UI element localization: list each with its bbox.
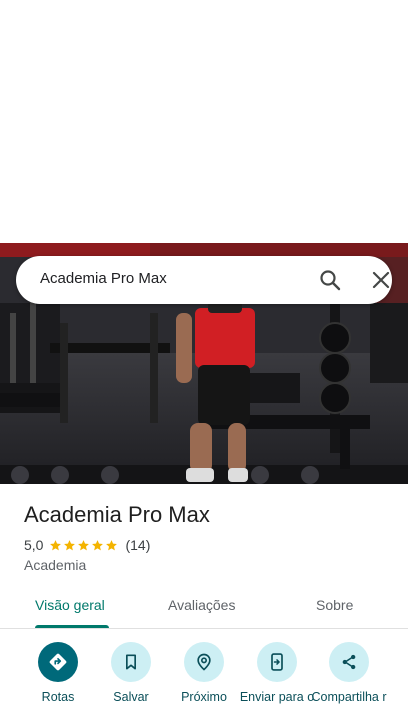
action-label: Próximo [181, 690, 227, 704]
nearby-icon [184, 642, 224, 682]
action-label: Compartilha r [311, 690, 387, 704]
directions-button[interactable]: Rotas [20, 642, 96, 704]
tab-about[interactable]: Sobre [316, 597, 353, 613]
search-input[interactable]: Academia Pro Max [40, 270, 167, 287]
send-to-phone-button[interactable]: Enviar para o [239, 642, 315, 704]
action-label: Rotas [41, 690, 75, 704]
share-button[interactable]: Compartilha r [311, 642, 387, 704]
tab-bar: Visão geral Avaliações Sobre [0, 584, 408, 629]
rating-value: 5,0 [24, 537, 44, 553]
action-label: Enviar para o [239, 690, 315, 704]
share-icon [329, 642, 369, 682]
review-count: (14) [125, 537, 151, 553]
star-icon [64, 539, 76, 550]
place-category: Academia [24, 557, 87, 573]
star-icon [50, 539, 62, 550]
star-icon [106, 539, 118, 550]
tab-reviews[interactable]: Avaliações [168, 597, 235, 613]
save-button[interactable]: Salvar [93, 642, 169, 704]
place-title: Academia Pro Max [24, 502, 210, 527]
active-tab-indicator [35, 625, 109, 628]
nearby-button[interactable]: Próximo [166, 642, 242, 704]
tab-overview[interactable]: Visão geral [35, 597, 105, 613]
action-label: Salvar [113, 690, 149, 704]
close-icon[interactable] [369, 268, 393, 292]
rating-row[interactable]: 5,0 (14) [24, 537, 150, 553]
send-to-phone-icon [257, 642, 297, 682]
map-area[interactable] [0, 0, 408, 243]
directions-icon [38, 642, 78, 682]
star-rating [49, 539, 119, 552]
search-bar[interactable]: Academia Pro Max [16, 256, 392, 304]
star-icon [92, 539, 104, 550]
search-icon[interactable] [318, 268, 342, 292]
star-icon [78, 539, 90, 550]
bookmark-icon [111, 642, 151, 682]
